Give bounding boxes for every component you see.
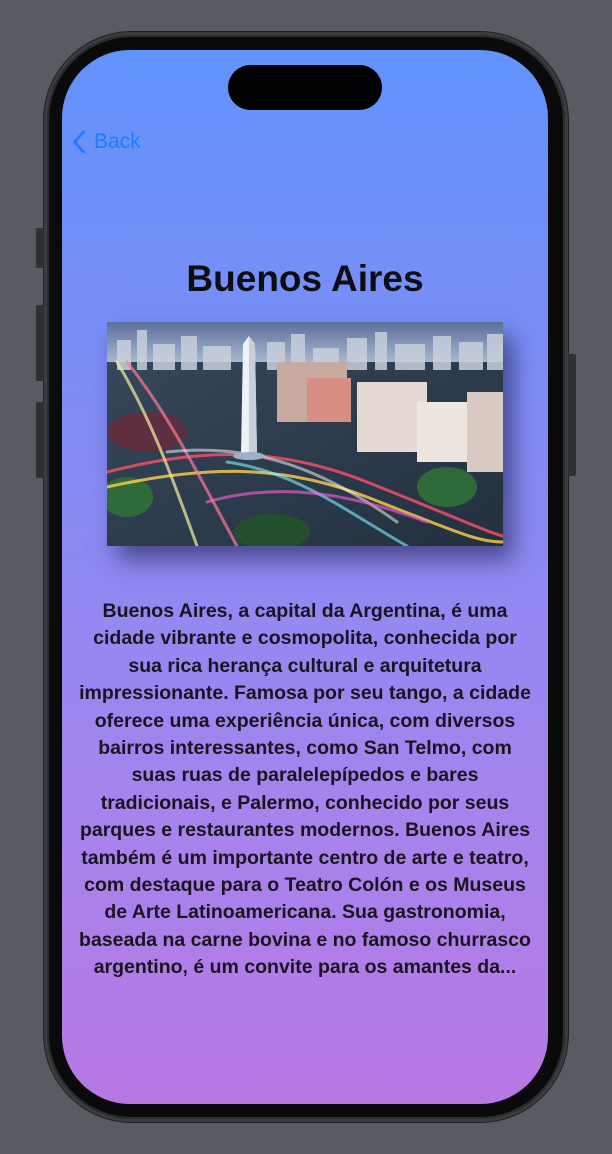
action-button — [36, 228, 44, 268]
back-label: Back — [94, 130, 141, 153]
city-photo-illustration — [107, 322, 503, 546]
chevron-left-icon — [72, 130, 86, 154]
dynamic-island — [228, 65, 382, 110]
power-button — [568, 354, 576, 476]
screen: Back Buenos Aires Buenos Aires, a capita… — [62, 50, 548, 1104]
city-photo — [107, 322, 503, 546]
page-title: Buenos Aires — [186, 258, 424, 299]
back-button[interactable]: Back — [72, 130, 141, 154]
city-description: Buenos Aires, a capital da Argentina, é … — [79, 600, 531, 979]
volume-down-button — [36, 402, 44, 478]
volume-up-button — [36, 305, 44, 381]
